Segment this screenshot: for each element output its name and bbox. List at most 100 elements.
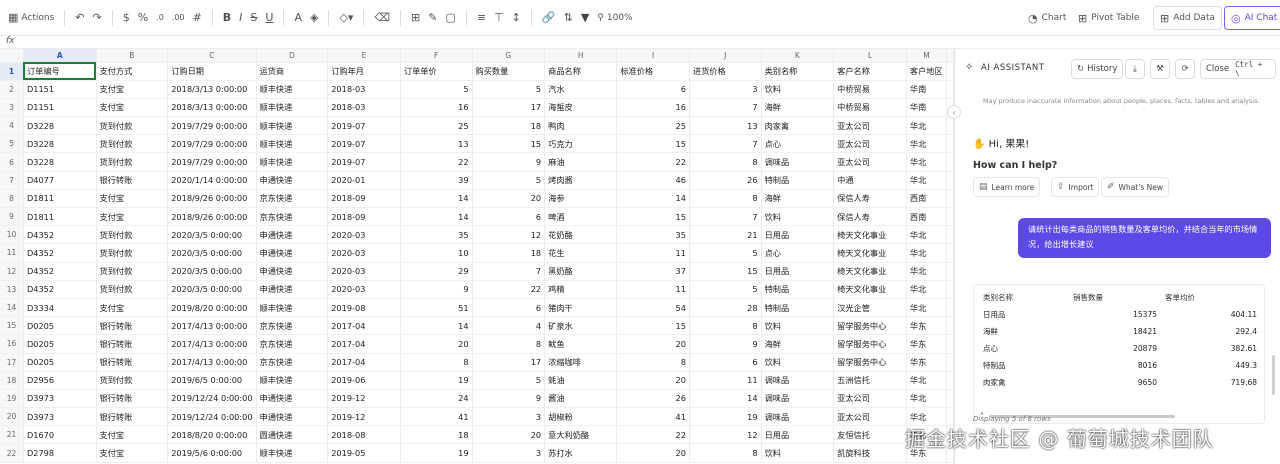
strikethrough-button[interactable]: S [246, 6, 261, 30]
grid-cell[interactable]: 2019/12/24 0:00:00 [167, 389, 257, 409]
panel-scrollbar[interactable] [1272, 355, 1275, 395]
grid-cell[interactable]: 申通快递 [256, 171, 329, 190]
grid-cell[interactable]: 46 [616, 171, 690, 190]
grid-cell[interactable]: 留学服务中心 [833, 353, 907, 372]
grid-cell[interactable]: 20 [472, 189, 546, 209]
row-number[interactable]: 18 [0, 371, 24, 390]
grid-cell[interactable]: 2018/8/20 0:00:00 [167, 425, 257, 445]
grid-cell[interactable]: 2020/3/5 0:00:00 [167, 280, 257, 299]
grid-cell[interactable]: 货到付款 [96, 262, 169, 281]
pivot-table-button[interactable]: ⊞ Pivot Table [1078, 6, 1139, 30]
grid-cell[interactable]: D1670 [23, 425, 97, 445]
grid-cell[interactable]: 29 [400, 262, 473, 281]
grid-cell[interactable] [946, 62, 954, 81]
clear-format-button[interactable]: ⌫ [370, 6, 394, 30]
grid-cell[interactable]: 海参 [544, 189, 618, 209]
grid-cell[interactable]: 14 [616, 189, 690, 209]
grid-cell[interactable]: D4352 [23, 280, 97, 299]
grid-cell[interactable]: 2020-01 [327, 171, 401, 190]
grid-cell[interactable]: 留学服务中心 [833, 334, 907, 354]
grid-cell[interactable]: 鱿鱼 [544, 334, 618, 354]
grid-cell[interactable]: 21 [689, 225, 762, 245]
header-cell[interactable]: 进货价格 [689, 62, 762, 81]
grid-cell[interactable]: D1151 [23, 98, 97, 118]
column-header[interactable]: B [96, 49, 169, 63]
grid-cell[interactable]: 20 [472, 425, 546, 445]
header-cell[interactable]: 类别名称 [761, 62, 835, 81]
grid-cell[interactable]: 15 [616, 134, 690, 154]
grid-cell[interactable]: 2017/4/13 0:00:00 [167, 334, 257, 354]
grid-cell[interactable]: 支付宝 [96, 425, 169, 445]
borders-button[interactable]: ⊞ [407, 6, 424, 30]
row-number[interactable]: 17 [0, 353, 24, 372]
grid-cell[interactable]: 13 [400, 134, 473, 154]
grid-cell[interactable]: 华北 [906, 225, 948, 245]
grid-cell[interactable]: 椅天文化事业 [833, 280, 907, 299]
grid-cell[interactable]: 饮料 [761, 316, 835, 336]
grid-cell[interactable]: 2019-05 [327, 443, 401, 463]
grid-cell[interactable] [946, 189, 954, 209]
grid-cell[interactable]: 39 [400, 171, 473, 190]
grid-cell[interactable]: 调味品 [761, 152, 835, 172]
grid-cell[interactable]: 13 [689, 116, 762, 136]
grid-cell[interactable]: 16 [616, 98, 690, 118]
grid-cell[interactable] [946, 262, 954, 281]
row-number[interactable]: 3 [0, 98, 24, 118]
merge-cells-button[interactable]: ▢ [441, 6, 459, 30]
grid-cell[interactable]: 华北 [906, 262, 948, 281]
import-chip[interactable]: ⇪ Import [1051, 177, 1100, 197]
grid-cell[interactable]: 9 [472, 389, 546, 409]
grid-cell[interactable]: 中桥贸易 [833, 80, 907, 99]
grid-cell[interactable]: 华北 [906, 116, 948, 136]
grid-cell[interactable]: 银行转账 [96, 334, 169, 354]
grid-cell[interactable]: 华北 [906, 371, 948, 390]
grid-cell[interactable]: 2019/6/5 0:00:00 [167, 371, 257, 390]
grid-cell[interactable]: 5 [472, 80, 546, 99]
undo-button[interactable]: ↶ [71, 6, 88, 30]
grid-cell[interactable]: 支付宝 [96, 443, 169, 463]
download-button[interactable]: ⤓ [1125, 59, 1145, 79]
column-header[interactable]: I [616, 49, 690, 63]
grid-cell[interactable]: D0205 [23, 316, 97, 336]
grid-cell[interactable]: 18 [472, 116, 546, 136]
grid-cell[interactable]: 24 [400, 389, 473, 409]
grid-cell[interactable]: 25 [400, 116, 473, 136]
grid-cell[interactable]: D4352 [23, 225, 97, 245]
grid-cell[interactable]: 饮料 [761, 80, 835, 99]
grid-cell[interactable]: 汽水 [544, 80, 618, 99]
grid-cell[interactable]: 顺丰快递 [256, 116, 329, 136]
grid-cell[interactable]: D3228 [23, 116, 97, 136]
grid-cell[interactable]: 5 [400, 80, 473, 99]
grid-cell[interactable]: 点心 [761, 243, 835, 263]
row-number[interactable]: 8 [0, 189, 24, 209]
column-header[interactable]: K [761, 49, 835, 63]
grid-cell[interactable]: 调味品 [761, 371, 835, 390]
grid-cell[interactable]: 2020-03 [327, 243, 401, 263]
grid-cell[interactable]: 支付宝 [96, 98, 169, 118]
grid-cell[interactable] [946, 80, 954, 99]
grid-cell[interactable]: 申通快递 [256, 225, 329, 245]
whats-new-chip[interactable]: ✐ What's New [1101, 177, 1169, 197]
grid-cell[interactable]: 支付宝 [96, 207, 169, 227]
row-number[interactable]: 5 [0, 134, 24, 154]
header-cell[interactable]: 订购年月 [327, 62, 401, 81]
grid-cell[interactable]: 22 [616, 425, 690, 445]
formula-bar[interactable]: fx [0, 36, 1280, 49]
grid-cell[interactable]: 8 [689, 152, 762, 172]
grid-cell[interactable]: 友恒信托 [833, 425, 907, 445]
grid-cell[interactable]: 圆通快递 [256, 425, 329, 445]
grid-cell[interactable]: 花生 [544, 243, 618, 263]
grid-cell[interactable]: 鸡精 [544, 280, 618, 299]
grid-cell[interactable]: 饮料 [761, 443, 835, 463]
grid-cell[interactable]: 特制品 [761, 280, 835, 299]
grid-cell[interactable]: 顺丰快递 [256, 371, 329, 390]
grid-cell[interactable] [946, 353, 954, 372]
grid-cell[interactable]: 17 [472, 98, 546, 118]
grid-cell[interactable]: 椅天文化事业 [833, 243, 907, 263]
grid-cell[interactable]: 日用品 [761, 262, 835, 281]
grid-cell[interactable]: 货到付款 [96, 152, 169, 172]
grid-cell[interactable]: 亚太公司 [833, 152, 907, 172]
grid-cell[interactable]: 海鲜 [761, 189, 835, 209]
header-cell[interactable]: 运货商 [256, 62, 329, 81]
grid-cell[interactable]: 顺丰快递 [256, 80, 329, 99]
